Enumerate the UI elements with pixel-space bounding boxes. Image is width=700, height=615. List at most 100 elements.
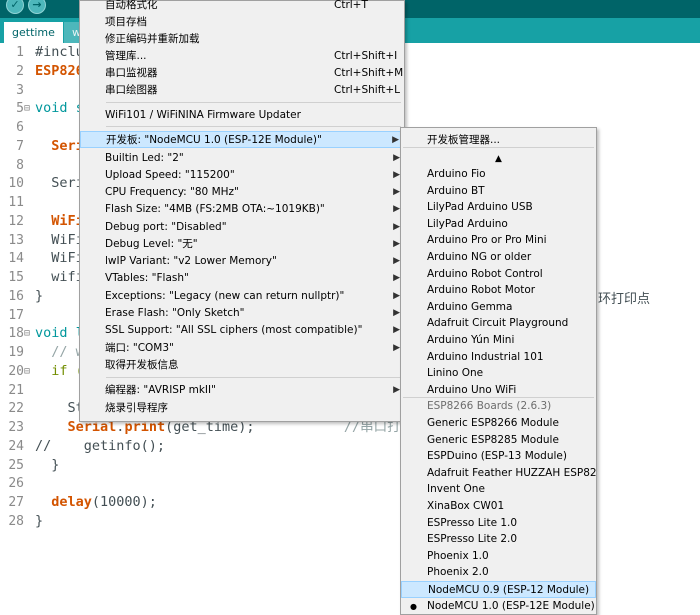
board-item[interactable]: ESPDuino (ESP-13 Module) — [401, 448, 596, 465]
line-number: 10 — [8, 176, 24, 192]
menu-separator — [106, 102, 401, 103]
code-token: wifi — [35, 269, 84, 285]
board-group-header: ESP8266 Boards (2.6.3) — [401, 398, 596, 415]
code-token: Seri — [35, 137, 84, 154]
menu-item[interactable]: SSL Support: "All SSL ciphers (most comp… — [80, 322, 404, 339]
code-text: ESP826 — [35, 63, 84, 80]
menu-item[interactable]: WiFi101 / WiFiNINA Firmware Updater — [80, 107, 404, 124]
board-item[interactable]: Arduino Fio — [401, 166, 596, 183]
board-item[interactable]: LilyPad Arduino USB — [401, 199, 596, 216]
board-item-label: Phoenix 2.0 — [427, 566, 489, 579]
menu-item[interactable]: 项目存档 — [80, 14, 404, 31]
board-item-label: Adafruit Feather HUZZAH ESP8266 — [427, 466, 597, 479]
code-text: delay(10000); — [35, 494, 157, 511]
menu-item[interactable]: Debug Level: "无" ▶ — [80, 236, 404, 253]
submenu-arrow-icon: ▶ — [393, 385, 400, 395]
menu-item[interactable]: 串口绘图器 Ctrl+Shift+L — [80, 82, 404, 99]
menu-item[interactable]: Exceptions: "Legacy (new can return null… — [80, 288, 404, 305]
board-item[interactable]: Phoenix 1.0 — [401, 548, 596, 565]
menu-item[interactable]: Builtin Led: "2" ▶ — [80, 150, 404, 167]
tab-gettime[interactable]: gettime — [4, 22, 63, 43]
menu-item-label: 开发板: "NodeMCU 1.0 (ESP-12E Module)" — [106, 134, 322, 146]
board-item[interactable]: Arduino Yún Mini — [401, 332, 596, 349]
menu-item[interactable]: 修正编码并重新加载 — [80, 31, 404, 48]
menu-item-label: Debug port: "Disabled" — [105, 221, 227, 233]
fold-toggle-icon[interactable]: ⊟ — [24, 363, 34, 380]
board-item[interactable]: Adafruit Circuit Playground — [401, 315, 596, 332]
fold-toggle-icon[interactable]: ⊟ — [24, 325, 34, 342]
board-item[interactable]: Adafruit Feather HUZZAH ESP8266 — [401, 465, 596, 482]
menu-item[interactable]: CPU Frequency: "80 MHz" ▶ — [80, 184, 404, 201]
menu-item[interactable]: Upload Speed: "115200" ▶ — [80, 167, 404, 184]
line-number: 22 — [8, 401, 24, 417]
menu-item-label: 串口绘图器 — [105, 84, 158, 96]
board-item[interactable]: ESPresso Lite 2.0 — [401, 531, 596, 548]
submenu-arrow-icon: ▶ — [393, 170, 400, 180]
board-item-label: Arduino Robot Motor — [427, 284, 536, 297]
menu-item[interactable]: lwIP Variant: "v2 Lower Memory" ▶ — [80, 253, 404, 270]
board-item[interactable]: ● NodeMCU 1.0 (ESP-12E Module) — [401, 598, 596, 614]
side-comment: 环打印点 — [598, 292, 651, 307]
board-item[interactable]: Linino One — [401, 365, 596, 382]
code-text: Seri — [35, 175, 84, 192]
line-number: 2 — [16, 63, 24, 79]
menu-item-shortcut: Ctrl+Shift+I — [334, 50, 398, 62]
board-item[interactable]: LilyPad Arduino — [401, 216, 596, 233]
board-item[interactable]: Arduino Gemma — [401, 299, 596, 316]
menu-item[interactable]: 端口: "COM3" ▶ — [80, 340, 404, 357]
menu-item-label: 管理库... — [105, 50, 147, 62]
board-item[interactable]: Arduino Robot Control — [401, 266, 596, 283]
board-item[interactable]: Arduino NG or older — [401, 249, 596, 266]
line-number: 12 — [8, 213, 24, 229]
menu-item-label: 项目存档 — [105, 16, 147, 28]
menu-item[interactable]: Flash Size: "4MB (FS:2MB OTA:~1019KB)" ▶ — [80, 201, 404, 218]
board-item[interactable]: ESPresso Lite 1.0 — [401, 515, 596, 532]
code-text: // getinfo(); — [35, 438, 165, 455]
menu-item[interactable]: Erase Flash: "Only Sketch" ▶ — [80, 305, 404, 322]
menu-item[interactable]: 自动格式化 Ctrl+T — [80, 0, 404, 14]
board-item[interactable]: Arduino BT — [401, 183, 596, 200]
board-item[interactable]: Arduino Pro or Pro Mini — [401, 232, 596, 249]
menu-item-label: 取得开发板信息 — [105, 359, 179, 371]
board-item[interactable]: Invent One — [401, 481, 596, 498]
menu-item[interactable]: 烧录引导程序 — [80, 400, 404, 417]
menu-item[interactable]: 取得开发板信息 — [80, 357, 404, 374]
menu-item[interactable]: Debug port: "Disabled" ▶ — [80, 219, 404, 236]
board-item-label: LilyPad Arduino — [427, 217, 508, 230]
code-text: #inclu — [35, 44, 84, 61]
menu-item[interactable]: VTables: "Flash" ▶ — [80, 270, 404, 287]
code-text: WiFi — [35, 250, 84, 267]
code-token: ESP826 — [35, 62, 84, 79]
menu-item[interactable]: 编程器: "AVRISP mkII" ▶ — [80, 382, 404, 399]
submenu-arrow-icon: ▶ — [393, 187, 400, 197]
board-item[interactable]: Generic ESP8266 Module — [401, 415, 596, 432]
menu-item-label: Exceptions: "Legacy (new can return null… — [105, 290, 345, 302]
code-token: if ( — [35, 362, 84, 379]
menu-item-label: Builtin Led: "2" — [105, 152, 184, 164]
board-item-label: ESP8266 Boards (2.6.3) — [427, 400, 552, 413]
board-item-label: Linino One — [427, 367, 484, 380]
board-item[interactable]: Generic ESP8285 Module — [401, 432, 596, 449]
menu-item-label: 修正编码并重新加载 — [105, 33, 200, 45]
fold-toggle-icon[interactable]: ⊟ — [24, 100, 34, 117]
board-item[interactable]: Phoenix 2.0 — [401, 564, 596, 581]
upload-button[interactable]: → — [28, 0, 46, 14]
board-item[interactable]: NodeMCU 0.9 (ESP-12 Module) — [401, 581, 596, 598]
code-token: WiFi — [35, 231, 84, 248]
verify-button[interactable]: ✓ — [6, 0, 24, 14]
board-item[interactable]: Arduino Robot Motor — [401, 282, 596, 299]
board-item-label: Arduino Fio — [427, 168, 486, 180]
line-number: 25 — [8, 457, 24, 473]
menu-item[interactable]: 串口监视器 Ctrl+Shift+M — [80, 65, 404, 82]
menu-item[interactable]: 开发板: "NodeMCU 1.0 (ESP-12E Module)" ▶ — [80, 131, 404, 148]
board-item-label: ESPresso Lite 2.0 — [427, 533, 518, 546]
board-item[interactable]: Arduino Industrial 101 — [401, 349, 596, 366]
menu-item[interactable]: 管理库... Ctrl+Shift+I — [80, 48, 404, 65]
menu-item-label: Flash Size: "4MB (FS:2MB OTA:~1019KB)" — [105, 203, 325, 215]
board-item[interactable]: XinaBox CW01 — [401, 498, 596, 515]
board-item[interactable]: Arduino Uno WiFi — [401, 382, 596, 399]
code-text: } — [35, 288, 43, 305]
board-item-label: NodeMCU 1.0 (ESP-12E Module) — [427, 599, 595, 612]
code-token: WiFi — [35, 250, 84, 267]
